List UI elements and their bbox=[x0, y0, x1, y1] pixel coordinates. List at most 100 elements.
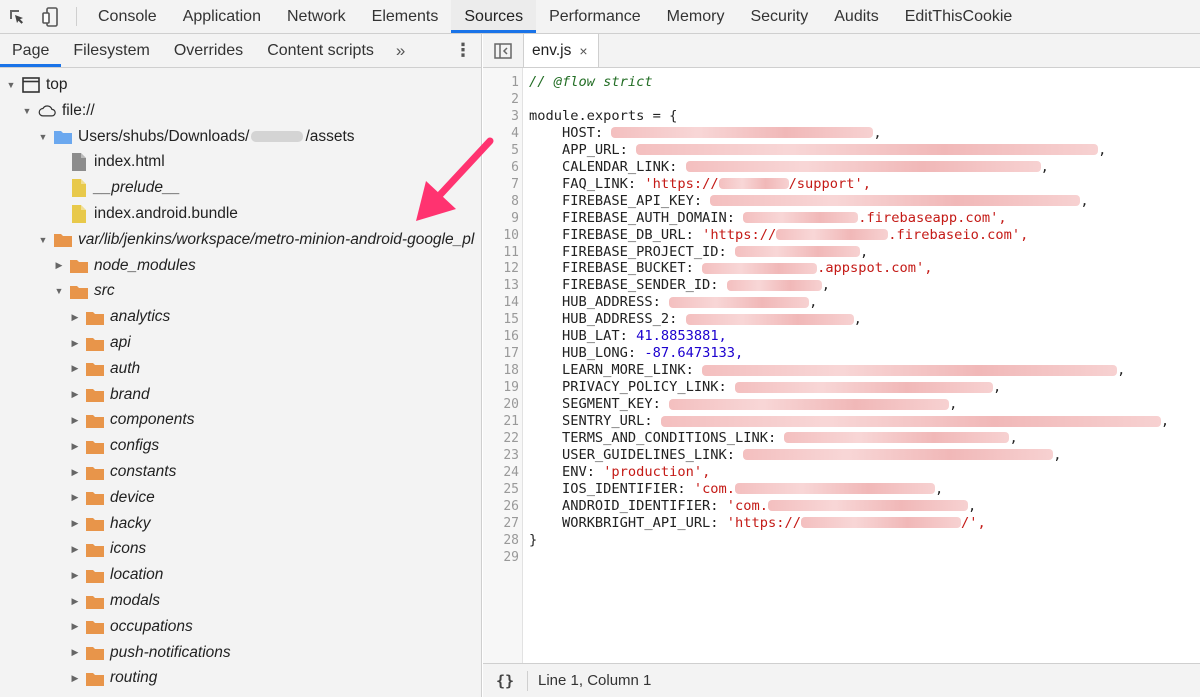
code-line: } bbox=[529, 532, 537, 549]
tab-console[interactable]: Console bbox=[85, 0, 170, 33]
tab-application[interactable]: Application bbox=[170, 0, 274, 33]
tab-page[interactable]: Page bbox=[0, 34, 62, 67]
more-options-icon[interactable]: ⋮ bbox=[445, 34, 481, 67]
tab-performance[interactable]: Performance bbox=[536, 0, 654, 33]
tab-filesystem[interactable]: Filesystem bbox=[61, 34, 161, 67]
tab-editthiscookie[interactable]: EditThisCookie bbox=[892, 0, 1026, 33]
collapsed-arrow-icon[interactable]: ▶ bbox=[68, 620, 82, 634]
collapsed-arrow-icon[interactable]: ▶ bbox=[52, 259, 66, 273]
editor-tab-env-js[interactable]: env.js × bbox=[523, 34, 599, 67]
tree-item-label: Users/shubs/Downloads/ /assets bbox=[78, 128, 355, 146]
tree-item-file-origin[interactable]: ▼ file:// bbox=[0, 98, 481, 124]
tree-item-text: node_modules bbox=[94, 256, 196, 274]
code-line: SEGMENT_KEY: , bbox=[529, 396, 957, 413]
tree-item-index-html[interactable]: index.html bbox=[0, 149, 481, 175]
redacted-value bbox=[685, 313, 854, 325]
more-tabs-button[interactable]: » bbox=[386, 34, 415, 67]
tree-item-folder-push-notifications[interactable]: ▶ push-notifications bbox=[0, 640, 481, 666]
tree-item-node-modules[interactable]: ▶ node_modules bbox=[0, 253, 481, 279]
tree-item-assets-folder[interactable]: ▼ Users/shubs/Downloads/ /assets bbox=[0, 124, 481, 150]
code-key: APP_URL: bbox=[561, 141, 628, 158]
tree-item-folder-icons[interactable]: ▶ icons bbox=[0, 536, 481, 562]
line-number: 14 bbox=[503, 295, 519, 311]
code-key: FIREBASE_BUCKET: bbox=[561, 260, 694, 277]
tree-item-folder-auth[interactable]: ▶ auth bbox=[0, 356, 481, 382]
code-editor[interactable]: 1 2 3 4 5 6 7 8 9 10 11 12 13 14 15 16 17 18 19 20 21 22 23 24 2… bbox=[483, 68, 1200, 695]
code-line: FIREBASE_API_KEY: , bbox=[529, 193, 1089, 210]
line-number: 21 bbox=[503, 414, 519, 429]
tab-elements[interactable]: Elements bbox=[359, 0, 452, 33]
collapsed-arrow-icon[interactable]: ▶ bbox=[68, 413, 82, 427]
tree-item-index-android-bundle[interactable]: index.android.bundle bbox=[0, 201, 481, 227]
close-icon[interactable]: × bbox=[579, 43, 587, 59]
collapsed-arrow-icon[interactable]: ▶ bbox=[68, 594, 82, 608]
collapsed-arrow-icon[interactable]: ▶ bbox=[68, 388, 82, 402]
tab-security[interactable]: Security bbox=[737, 0, 821, 33]
device-toolbar-icon[interactable] bbox=[34, 0, 68, 33]
tree-item-text: modals bbox=[110, 592, 160, 609]
tree-item-folder-location[interactable]: ▶ location bbox=[0, 562, 481, 588]
folder-icon bbox=[86, 540, 104, 558]
tree-item-label: occupations bbox=[110, 618, 193, 636]
collapsed-arrow-icon[interactable]: ▶ bbox=[68, 491, 82, 505]
frame-icon bbox=[22, 76, 40, 94]
collapsed-arrow-icon[interactable]: ▶ bbox=[68, 336, 82, 350]
code-key: HUB_LAT: bbox=[561, 328, 628, 345]
toggle-navigator-icon[interactable] bbox=[483, 34, 523, 67]
tree-item-folder-device[interactable]: ▶ device bbox=[0, 485, 481, 511]
line-number: 23 bbox=[503, 447, 519, 463]
collapsed-arrow-icon[interactable]: ▶ bbox=[68, 542, 82, 556]
folder-icon bbox=[86, 618, 104, 636]
tree-item-folder-hacky[interactable]: ▶ hacky bbox=[0, 511, 481, 537]
tree-item-text: brand bbox=[110, 385, 150, 403]
tree-item-folder-routing[interactable]: ▶ routing bbox=[0, 665, 481, 691]
line-number: 7 bbox=[511, 176, 519, 192]
redacted-value bbox=[768, 500, 968, 512]
tree-item-folder-brand[interactable]: ▶ brand bbox=[0, 382, 481, 408]
expanded-arrow-icon[interactable]: ▼ bbox=[36, 233, 50, 247]
tree-item-folder-analytics[interactable]: ▶ analytics bbox=[0, 304, 481, 330]
tree-item-folder-modals[interactable]: ▶ modals bbox=[0, 588, 481, 614]
code-line: HUB_ADDRESS_2: , bbox=[529, 311, 862, 328]
collapsed-arrow-icon[interactable]: ▶ bbox=[68, 671, 82, 685]
line-number: 20 bbox=[503, 397, 519, 413]
redacted-value bbox=[611, 127, 874, 139]
tree-item-top[interactable]: ▼ top bbox=[0, 72, 481, 98]
tree-item-folder-constants[interactable]: ▶ constants bbox=[0, 459, 481, 485]
tree-item-jenkins-folder[interactable]: ▼ var/lib/jenkins/workspace/metro-minion-… bbox=[0, 227, 481, 253]
collapsed-arrow-icon[interactable]: ▶ bbox=[68, 465, 82, 479]
redacted-value bbox=[784, 432, 1010, 444]
collapsed-arrow-icon[interactable]: ▶ bbox=[68, 568, 82, 582]
tree-item-folder-api[interactable]: ▶ api bbox=[0, 330, 481, 356]
collapsed-arrow-icon[interactable]: ▶ bbox=[68, 517, 82, 531]
expanded-arrow-icon[interactable]: ▼ bbox=[4, 78, 18, 92]
tree-item-prelude[interactable]: __prelude__ bbox=[0, 175, 481, 201]
expanded-arrow-icon[interactable]: ▼ bbox=[52, 284, 66, 298]
tree-item-folder-configs[interactable]: ▶ configs bbox=[0, 433, 481, 459]
inspect-element-icon[interactable] bbox=[0, 0, 34, 33]
collapsed-arrow-icon[interactable]: ▶ bbox=[68, 362, 82, 376]
tab-overrides[interactable]: Overrides bbox=[162, 34, 255, 67]
tab-network[interactable]: Network bbox=[274, 0, 359, 33]
collapsed-arrow-icon[interactable]: ▶ bbox=[68, 646, 82, 660]
redacted-value bbox=[726, 279, 822, 291]
code-key: FIREBASE_AUTH_DOMAIN: bbox=[561, 209, 736, 226]
collapsed-arrow-icon[interactable]: ▶ bbox=[68, 439, 82, 453]
collapsed-arrow-icon[interactable]: ▶ bbox=[68, 310, 82, 324]
tab-audits[interactable]: Audits bbox=[821, 0, 891, 33]
code-key: HUB_LONG: bbox=[561, 345, 637, 362]
tab-sources[interactable]: Sources bbox=[451, 0, 537, 33]
tab-content-scripts[interactable]: Content scripts bbox=[255, 34, 386, 67]
tree-item-folder-components[interactable]: ▶ components bbox=[0, 407, 481, 433]
tree-item-text: index.android.bundle bbox=[94, 205, 238, 222]
expanded-arrow-icon[interactable]: ▼ bbox=[36, 130, 50, 144]
tree-item-folder-occupations[interactable]: ▶ occupations bbox=[0, 614, 481, 640]
redacted-value bbox=[776, 229, 889, 241]
pretty-print-button[interactable]: {} bbox=[483, 672, 527, 690]
code-token: module.exports = { bbox=[529, 107, 678, 124]
expanded-arrow-icon[interactable]: ▼ bbox=[20, 104, 34, 118]
tab-memory[interactable]: Memory bbox=[654, 0, 738, 33]
tree-item-text: __prelude__ bbox=[94, 179, 181, 197]
tree-item-src[interactable]: ▼ src bbox=[0, 278, 481, 304]
